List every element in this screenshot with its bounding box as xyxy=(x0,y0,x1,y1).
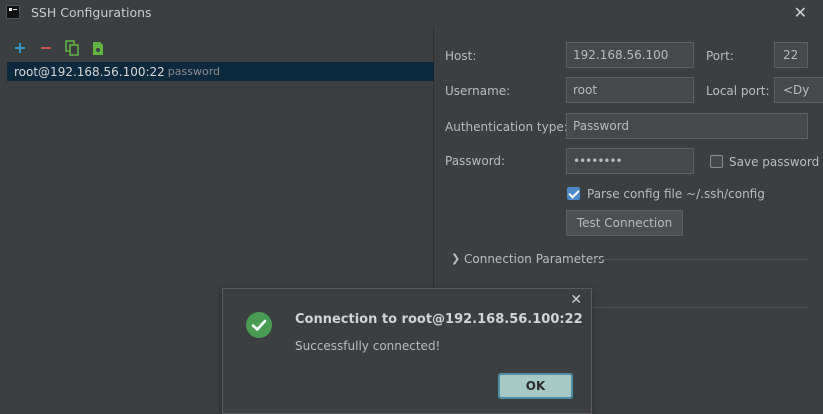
config-toolbar xyxy=(12,39,106,57)
copy-icon xyxy=(65,40,79,56)
parse-config-label: Parse config file ~/.ssh/config xyxy=(587,187,765,201)
minus-icon xyxy=(41,47,51,49)
config-auth-type: password xyxy=(167,65,221,78)
port-field[interactable]: 22 xyxy=(774,42,808,68)
ok-button[interactable]: OK xyxy=(498,373,573,399)
close-icon[interactable]: ✕ xyxy=(570,292,582,308)
password-label: Password: xyxy=(445,154,506,168)
section-divider xyxy=(585,307,808,308)
parse-config-checkbox[interactable] xyxy=(567,187,580,200)
plus-icon xyxy=(15,43,25,53)
config-name: root@192.168.56.100:22 xyxy=(14,64,165,79)
local-port-label: Local port: xyxy=(706,84,770,98)
connection-result-dialog: ✕ Connection to root@192.168.56.100:22 S… xyxy=(222,288,592,414)
port-label: Port: xyxy=(706,49,734,63)
test-connection-button[interactable]: Test Connection xyxy=(566,210,683,236)
list-item[interactable]: root@192.168.56.100:22 password xyxy=(7,62,434,81)
auth-type-label: Authentication type: xyxy=(445,120,568,134)
import-config-icon xyxy=(93,41,103,55)
username-field[interactable]: root xyxy=(566,77,694,103)
dialog-message: Successfully connected! xyxy=(295,339,441,353)
title-bar: SSH Configurations ✕ xyxy=(0,0,823,26)
section-divider xyxy=(593,259,808,260)
add-config-button[interactable] xyxy=(12,40,28,56)
close-icon[interactable]: ✕ xyxy=(794,3,807,22)
password-field[interactable]: •••••••• xyxy=(566,148,694,174)
chevron-right-icon[interactable]: ❯ xyxy=(451,252,460,265)
save-password-label: Save password xyxy=(729,155,820,169)
window-title: SSH Configurations xyxy=(31,5,152,20)
host-field[interactable]: 192.168.56.100 xyxy=(566,42,694,68)
dialog-title: Connection to root@192.168.56.100:22 xyxy=(295,312,583,327)
success-check-icon xyxy=(246,312,272,338)
save-password-checkbox[interactable] xyxy=(710,155,723,168)
remove-config-button[interactable] xyxy=(38,40,54,56)
host-label: Host: xyxy=(445,49,477,63)
local-port-field[interactable]: <Dy xyxy=(774,77,823,103)
connection-params-toggle[interactable]: Connection Parameters xyxy=(464,252,604,266)
username-label: Username: xyxy=(445,84,511,98)
import-config-button[interactable] xyxy=(90,40,106,56)
app-icon xyxy=(6,5,20,19)
auth-type-select[interactable]: Password xyxy=(566,113,808,139)
copy-config-button[interactable] xyxy=(64,40,80,56)
